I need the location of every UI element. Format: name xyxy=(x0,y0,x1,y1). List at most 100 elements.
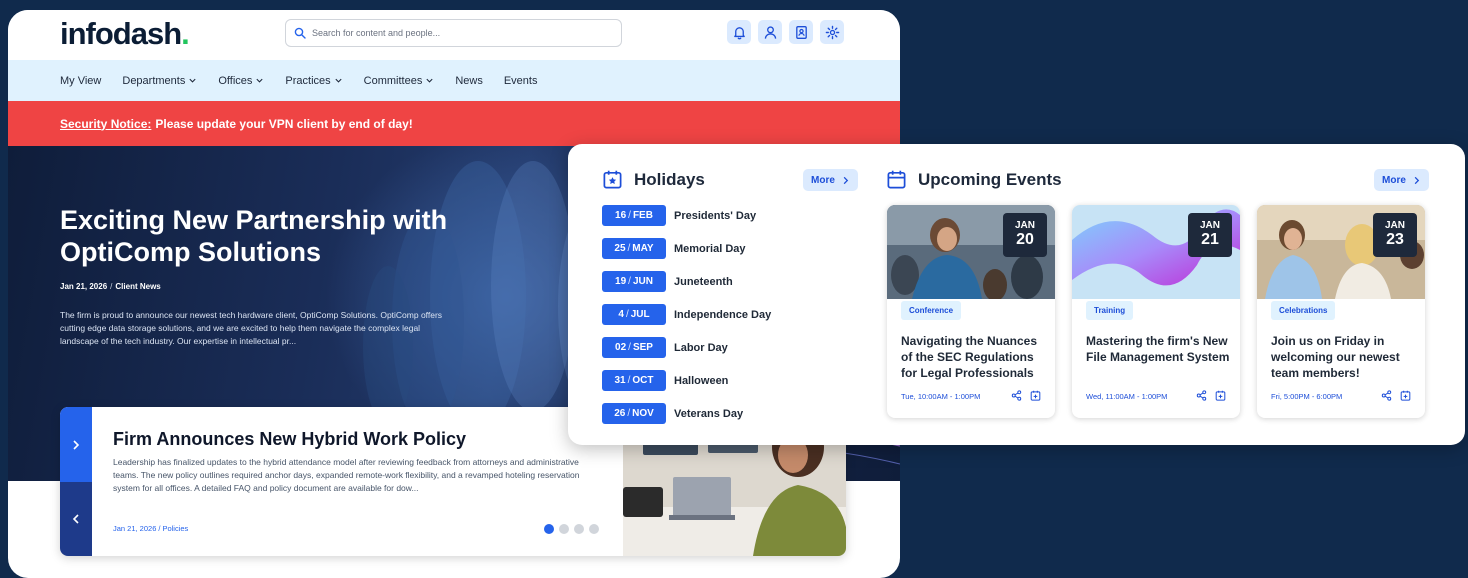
holiday-row[interactable]: 26/NOV Veterans Day xyxy=(602,403,743,424)
notifications-button[interactable] xyxy=(727,20,751,44)
events-header: Upcoming Events xyxy=(886,169,1062,190)
nav-item-departments[interactable]: Departments xyxy=(122,75,197,87)
event-card[interactable]: JAN 23 Celebrations Join us on Friday in… xyxy=(1257,205,1425,418)
event-date-badge: JAN 21 xyxy=(1188,213,1232,257)
chevron-down-icon xyxy=(256,78,263,83)
event-photo: JAN 21 xyxy=(1072,205,1240,299)
holiday-date: 02/SEP xyxy=(602,337,666,358)
event-time: Fri, 5:00PM - 6:00PM xyxy=(1271,392,1343,401)
hero-title[interactable]: Exciting New Partnership with OptiComp S… xyxy=(60,204,480,268)
news-card-meta: Jan 21, 2026/Policies xyxy=(113,524,189,533)
holiday-name: Independence Day xyxy=(674,308,772,321)
event-time: Tue, 10:00AM - 1:00PM xyxy=(901,392,981,401)
holiday-name: Veterans Day xyxy=(674,407,744,420)
nav-item-news[interactable]: News xyxy=(455,75,483,87)
holiday-row[interactable]: 16/FEB Presidents' Day xyxy=(602,205,756,226)
nav-item-practices[interactable]: Practices xyxy=(285,75,342,87)
holiday-date: 31/OCT xyxy=(602,370,666,391)
holiday-row[interactable]: 25/MAY Memorial Day xyxy=(602,238,746,259)
hero-category[interactable]: Client News xyxy=(115,282,160,291)
alert-link[interactable]: Security Notice: xyxy=(60,117,151,131)
holiday-row[interactable]: 4/JUL Independence Day xyxy=(602,304,771,325)
holiday-row[interactable]: 02/SEP Labor Day xyxy=(602,337,728,358)
logo-dot: . xyxy=(181,16,190,51)
nav-item-committees[interactable]: Committees xyxy=(364,75,435,87)
chevron-right-icon xyxy=(1414,176,1420,184)
event-title[interactable]: Mastering the firm's New File Management… xyxy=(1086,333,1232,365)
event-photo: JAN 20 xyxy=(887,205,1055,299)
hero-date: Jan 21, 2026 xyxy=(60,282,108,291)
calendar-star-icon xyxy=(603,170,622,189)
carousel-dot[interactable] xyxy=(574,524,584,534)
event-date-badge: JAN 23 xyxy=(1373,213,1417,257)
hero-meta: Jan 21, 2026/Client News xyxy=(60,282,161,291)
event-tag[interactable]: Conference xyxy=(901,301,962,320)
carousel-next-button[interactable] xyxy=(60,407,92,482)
holiday-name: Juneteenth xyxy=(674,275,733,288)
news-card-summary: Leadership has finalized updates to the … xyxy=(113,457,580,493)
event-title[interactable]: Join us on Friday in welcoming our newes… xyxy=(1271,333,1417,381)
user-icon xyxy=(764,25,776,39)
holiday-date: 19/JUN xyxy=(602,271,666,292)
gear-icon xyxy=(825,25,839,39)
event-title[interactable]: Navigating the Nuances of the SEC Regula… xyxy=(901,333,1047,381)
holiday-name: Halloween xyxy=(674,374,729,387)
search-icon xyxy=(294,27,306,39)
nav-item-my-view[interactable]: My View xyxy=(60,75,101,87)
holidays-header: Holidays xyxy=(602,169,705,190)
chevron-down-icon xyxy=(335,78,342,83)
top-bar: infodash. xyxy=(8,10,900,60)
event-card[interactable]: JAN 20 Conference Navigating the Nuances… xyxy=(887,205,1055,418)
widgets-panel: Holidays More 16/FEB Presidents' Day 25/… xyxy=(568,144,1465,445)
add-to-calendar-icon[interactable] xyxy=(1030,390,1041,401)
share-icon[interactable] xyxy=(1196,390,1207,401)
directory-button[interactable] xyxy=(789,20,813,44)
news-card-date: Jan 21, 2026 xyxy=(113,524,157,533)
chevron-down-icon xyxy=(426,78,433,83)
event-time: Wed, 11:00AM - 1:00PM xyxy=(1086,392,1168,401)
news-card-title[interactable]: Firm Announces New Hybrid Work Policy xyxy=(113,429,466,450)
add-to-calendar-icon[interactable] xyxy=(1400,390,1411,401)
security-alert-banner: Security Notice: Please update your VPN … xyxy=(8,101,900,146)
carousel-dot[interactable] xyxy=(544,524,554,534)
search-box[interactable] xyxy=(285,19,622,47)
events-title: Upcoming Events xyxy=(918,169,1062,189)
profile-button[interactable] xyxy=(758,20,782,44)
carousel-dots xyxy=(544,524,604,534)
chevron-right-icon xyxy=(73,439,80,450)
contact-book-icon xyxy=(795,25,807,39)
bell-icon xyxy=(733,26,745,39)
holidays-title: Holidays xyxy=(634,169,705,189)
holiday-row[interactable]: 31/OCT Halloween xyxy=(602,370,728,391)
alert-message: Please update your VPN client by end of … xyxy=(155,116,413,131)
nav-item-events[interactable]: Events xyxy=(504,75,538,87)
settings-button[interactable] xyxy=(820,20,844,44)
event-tag[interactable]: Training xyxy=(1086,301,1134,320)
events-more-button[interactable]: More xyxy=(1374,169,1429,191)
search-input[interactable] xyxy=(312,28,612,38)
event-date-badge: JAN 20 xyxy=(1003,213,1047,257)
holiday-name: Labor Day xyxy=(674,341,728,354)
calendar-icon xyxy=(887,170,906,189)
add-to-calendar-icon[interactable] xyxy=(1215,390,1226,401)
share-icon[interactable] xyxy=(1011,390,1022,401)
event-card[interactable]: JAN 21 Training Mastering the firm's New… xyxy=(1072,205,1240,418)
nav-item-offices[interactable]: Offices xyxy=(218,75,264,87)
event-photo: JAN 23 xyxy=(1257,205,1425,299)
holiday-row[interactable]: 19/JUN Juneteenth xyxy=(602,271,733,292)
logo[interactable]: infodash. xyxy=(60,16,190,52)
share-icon[interactable] xyxy=(1381,390,1392,401)
main-nav: My View Departments Offices Practices Co… xyxy=(8,60,900,101)
carousel-prev-button[interactable] xyxy=(60,482,92,556)
news-card-category[interactable]: Policies xyxy=(162,524,188,533)
holiday-date: 25/MAY xyxy=(602,238,666,259)
holiday-date: 4/JUL xyxy=(602,304,666,325)
carousel-dot[interactable] xyxy=(589,524,599,534)
holiday-date: 16/FEB xyxy=(602,205,666,226)
holiday-name: Memorial Day xyxy=(674,242,746,255)
chevron-down-icon xyxy=(189,78,196,83)
event-tag[interactable]: Celebrations xyxy=(1271,301,1336,320)
holidays-more-button[interactable]: More xyxy=(803,169,858,191)
carousel-dot[interactable] xyxy=(559,524,569,534)
holiday-name: Presidents' Day xyxy=(674,209,757,222)
